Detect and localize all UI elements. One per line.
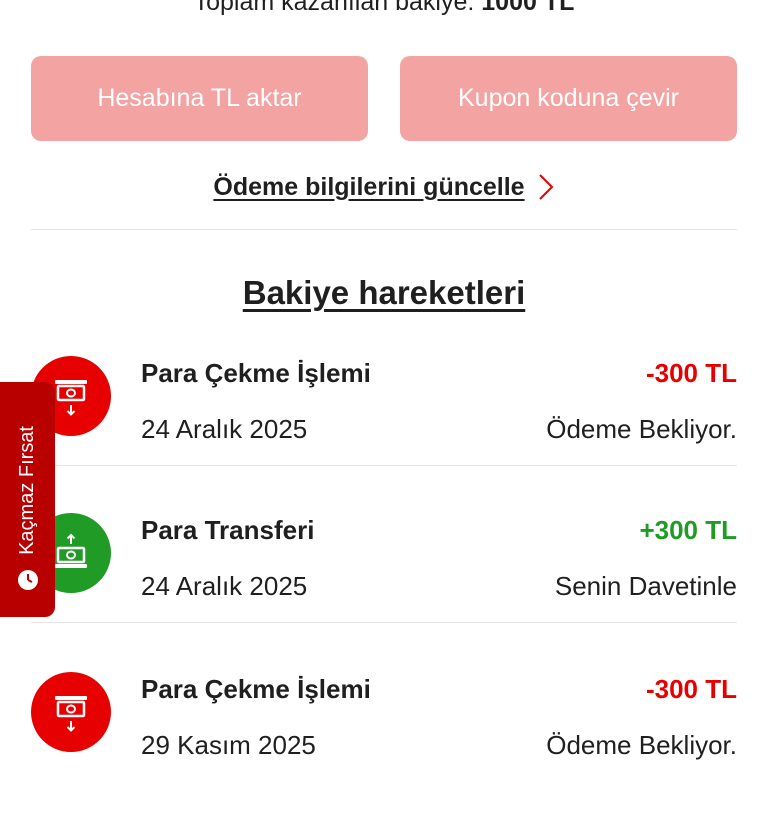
special-offer-tab[interactable]: Kaçmaz Fırsat [0, 382, 55, 617]
history-row: Para Çekme İşlemi 24 Aralık 2025 -300 TL… [0, 356, 768, 506]
history-item-date: 29 Kasım 2025 [141, 730, 316, 760]
cash-withdraw-icon [31, 672, 111, 752]
update-payment-info-label: Ödeme bilgilerini güncelle [213, 172, 525, 201]
history-row: Para Transferi 24 Aralık 2025 +300 TL Se… [0, 513, 768, 663]
total-balance-label: Toplam kazanılan bakiye: [193, 0, 475, 16]
convert-to-coupon-label: Kupon koduna çevir [458, 84, 679, 112]
history-item-status: Senin Davetinle [554, 571, 737, 601]
convert-to-coupon-button[interactable]: Kupon koduna çevir [400, 56, 737, 141]
history-item-amount: -300 TL [645, 358, 737, 388]
history-row: Para Çekme İşlemi 29 Kasım 2025 -300 TL … [0, 672, 768, 822]
divider [31, 465, 737, 466]
history-item-date: 24 Aralık 2025 [141, 571, 308, 601]
history-item-title: Para Çekme İşlemi [141, 674, 371, 704]
history-item-status: Ödeme Bekliyor. [546, 730, 737, 760]
divider [31, 622, 737, 623]
balance-history-title: Bakiye hareketleri [242, 274, 526, 311]
update-payment-info-link[interactable]: Ödeme bilgilerini güncelle [0, 172, 768, 202]
history-item-date: 24 Aralık 2025 [141, 414, 308, 444]
history-item-title: Para Çekme İşlemi [141, 358, 371, 388]
history-item-amount: +300 TL [639, 515, 737, 545]
total-balance: Toplam kazanılan bakiye: 1000 TL [0, 0, 768, 18]
clock-icon [17, 570, 38, 590]
transfer-to-account-button[interactable]: Hesabına TL aktar [31, 56, 368, 141]
total-balance-value: 1000 TL [481, 0, 575, 16]
divider [31, 229, 737, 230]
chevron-right-icon [538, 174, 554, 200]
special-offer-label: Kaçmaz Fırsat [16, 426, 38, 555]
history-item-status: Ödeme Bekliyor. [546, 414, 737, 444]
history-item-amount: -300 TL [645, 674, 737, 704]
transfer-to-account-label: Hesabına TL aktar [97, 84, 302, 112]
history-item-title: Para Transferi [141, 515, 315, 545]
